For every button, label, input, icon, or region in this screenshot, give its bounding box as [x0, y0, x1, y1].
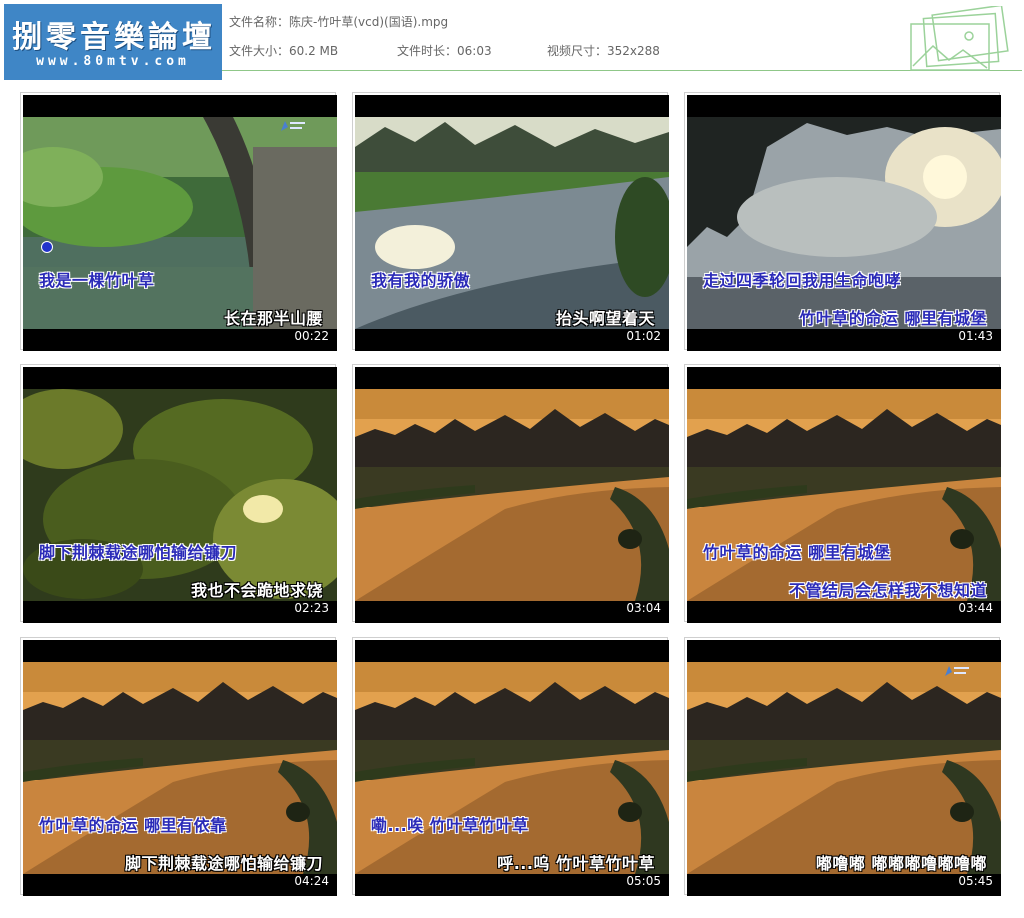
lyric-line-1: 竹叶草的命运 哪里有城堡	[703, 543, 891, 562]
video-dims-value: 352x288	[607, 44, 660, 58]
video-thumbnail[interactable]: 我有我的骄傲抬头啊望着天 01:02	[352, 92, 669, 351]
picture-frames-icon	[910, 6, 1009, 71]
thumbnail-scene	[355, 117, 669, 329]
thumbnail-timestamp: 03:44	[958, 601, 993, 615]
thumbnail-timestamp: 03:04	[626, 601, 661, 615]
lyric-line-2: 嘟噜嘟 嘟嘟嘟噜嘟噜嘟	[815, 854, 987, 873]
lyric-line-1: 走过四季轮回我用生命咆哮	[703, 271, 902, 290]
lyric-line-1: 竹叶草的命运 哪里有依靠	[39, 816, 227, 835]
file-name-row: 文件名称：陈庆-竹叶草(vcd)(国语).mpg	[229, 13, 448, 30]
thumbnail-scene	[355, 389, 669, 601]
thumbnail-frame: 走过四季轮回我用生命咆哮竹叶草的命运 哪里有城堡 01:43	[687, 95, 1001, 351]
lyric-line-2: 竹叶草的命运 哪里有城堡	[799, 309, 987, 328]
thumbnail-timestamp: 00:22	[294, 329, 329, 343]
lyric-line-1: 我是一棵竹叶草	[39, 271, 155, 290]
video-dims-row: 视频尺寸：352x288	[547, 42, 660, 59]
thumbnail-scene	[23, 117, 337, 329]
thumbnail-scene	[687, 389, 1001, 601]
lyric-line-2: 我也不会跪地求饶	[190, 581, 323, 600]
file-size-row: 文件大小：60.2 MB	[229, 42, 338, 59]
thumbnail-timestamp: 05:45	[958, 874, 993, 888]
thumbnail-scene	[23, 662, 337, 874]
video-thumbnail[interactable]: 脚下荆棘载途哪怕输给镰刀我也不会跪地求饶 02:23	[20, 364, 337, 623]
thumbnail-scene	[23, 389, 337, 601]
thumbnail-frame: 竹叶草的命运 哪里有城堡不管结局会怎样我不想知道 03:44	[687, 367, 1001, 623]
lyric-line-1: 脚下荆棘载途哪怕输给镰刀	[39, 543, 238, 562]
lyric-line-1: 我有我的骄傲	[371, 271, 471, 290]
thumbnail-frame: 我是一棵竹叶草长在那半山腰 00:22	[23, 95, 337, 351]
file-name-label: 文件名称：	[229, 15, 290, 29]
thumbnail-scene	[687, 662, 1001, 874]
logo-title: 捌零音樂論壇	[12, 20, 216, 55]
lyric-line-2: 抬头啊望着天	[555, 309, 655, 328]
thumbnail-timestamp: 01:43	[958, 329, 993, 343]
thumbnail-timestamp: 05:05	[626, 874, 661, 888]
channel-watermark-icon	[279, 119, 307, 135]
thumbnail-timestamp: 04:24	[294, 874, 329, 888]
thumbnail-frame: 我有我的骄傲抬头啊望着天 01:02	[355, 95, 669, 351]
karaoke-cue-dot	[41, 241, 53, 253]
lyric-line-1: 嘞...唉 竹叶草竹叶草	[371, 816, 529, 835]
thumbnail-scene	[687, 117, 1001, 329]
file-duration-value: 06:03	[457, 44, 492, 58]
site-logo: 捌零音樂論壇 www.80mtv.com	[4, 4, 222, 80]
thumbnail-scene	[355, 662, 669, 874]
thumbnail-frame: 03:04	[355, 367, 669, 623]
lyric-line-2: 脚下荆棘载途哪怕输给镰刀	[124, 854, 323, 873]
thumbnail-frame: 竹叶草的命运 哪里有依靠脚下荆棘载途哪怕输给镰刀 04:24	[23, 640, 337, 896]
video-thumbnail[interactable]: 嘟噜嘟 嘟嘟嘟噜嘟噜嘟 05:45	[684, 637, 1001, 896]
thumbnail-frame: 嘟噜嘟 嘟嘟嘟噜嘟噜嘟 05:45	[687, 640, 1001, 896]
video-thumbnail[interactable]: 走过四季轮回我用生命咆哮竹叶草的命运 哪里有城堡 01:43	[684, 92, 1001, 351]
logo-url: www.80mtv.com	[36, 54, 190, 69]
file-size-value: 60.2 MB	[289, 44, 339, 58]
lyric-line-2: 呼...呜 竹叶草竹叶草	[497, 854, 655, 873]
video-dims-label: 视频尺寸：	[547, 44, 608, 58]
header-divider	[222, 70, 1022, 71]
file-duration-label: 文件时长：	[397, 44, 458, 58]
thumbnail-frame: 脚下荆棘载途哪怕输给镰刀我也不会跪地求饶 02:23	[23, 367, 337, 623]
video-thumbnail[interactable]: 我是一棵竹叶草长在那半山腰 00:22	[20, 92, 337, 351]
file-size-label: 文件大小：	[229, 44, 290, 58]
file-duration-row: 文件时长：06:03	[397, 42, 492, 59]
video-thumbnail[interactable]: 03:04	[352, 364, 669, 623]
thumbnail-frame: 嘞...唉 竹叶草竹叶草呼...呜 竹叶草竹叶草 05:05	[355, 640, 669, 896]
lyric-line-2: 长在那半山腰	[223, 309, 323, 328]
thumbnail-timestamp: 01:02	[626, 329, 661, 343]
video-thumbnail[interactable]: 嘞...唉 竹叶草竹叶草呼...呜 竹叶草竹叶草 05:05	[352, 637, 669, 896]
thumbnail-timestamp: 02:23	[294, 601, 329, 615]
channel-watermark-icon	[943, 664, 971, 680]
lyric-line-2: 不管结局会怎样我不想知道	[788, 581, 987, 600]
file-name-value: 陈庆-竹叶草(vcd)(国语).mpg	[289, 15, 449, 29]
video-thumbnail[interactable]: 竹叶草的命运 哪里有依靠脚下荆棘载途哪怕输给镰刀 04:24	[20, 637, 337, 896]
video-thumbnail[interactable]: 竹叶草的命运 哪里有城堡不管结局会怎样我不想知道 03:44	[684, 364, 1001, 623]
